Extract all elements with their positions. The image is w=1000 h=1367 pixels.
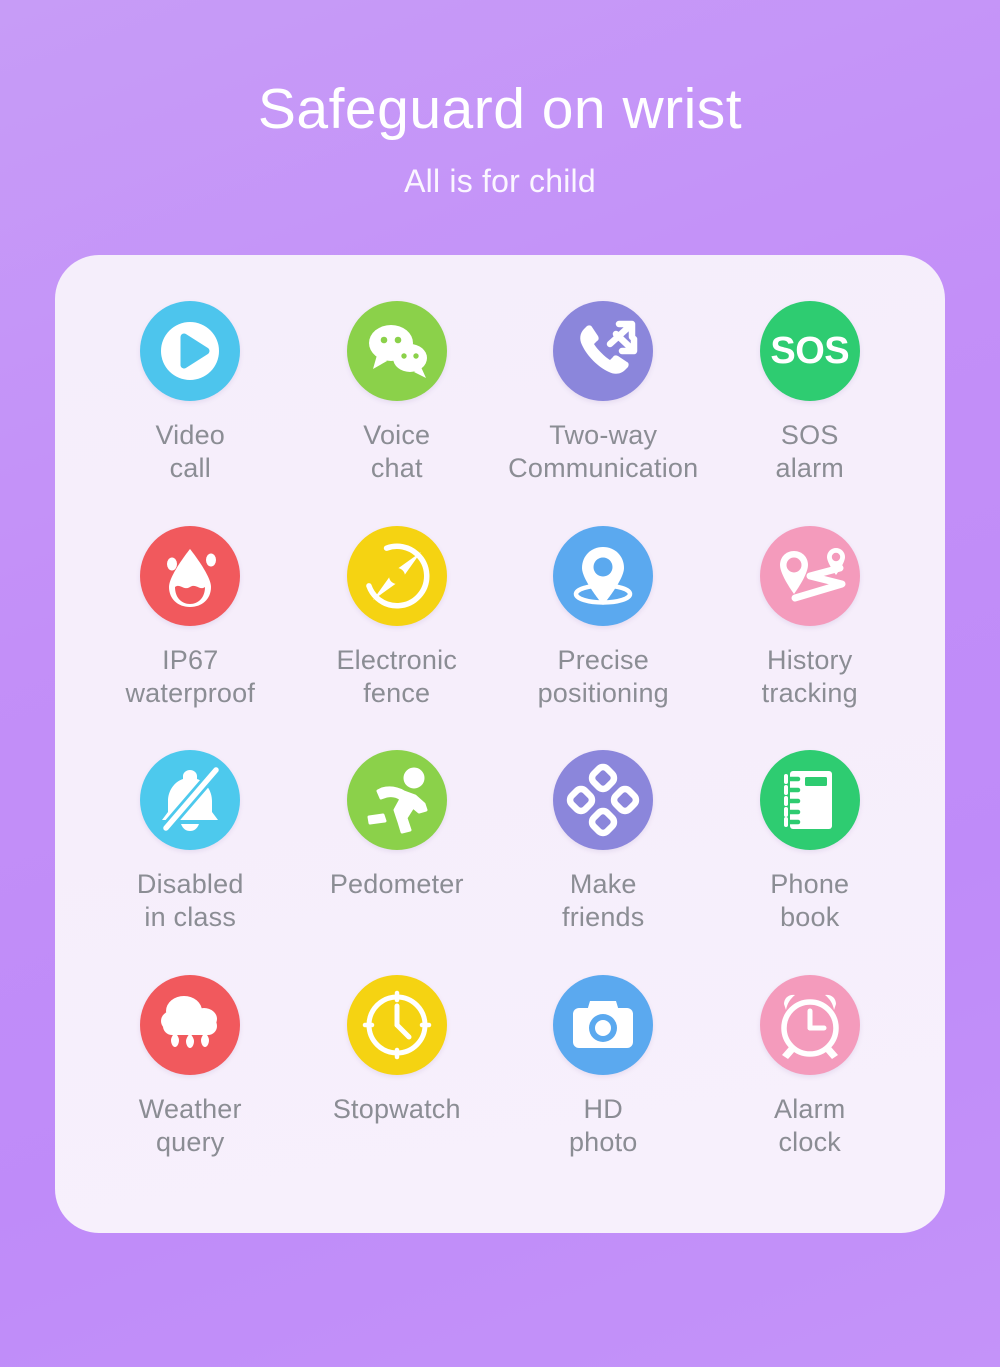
water-drop-icon — [140, 525, 241, 626]
alarm-clock-icon — [759, 974, 860, 1075]
feature-label: Precise positioning — [537, 644, 669, 708]
feature-label: Phone book — [770, 869, 850, 932]
bell-muted-icon — [140, 750, 241, 850]
rain-cloud-icon — [140, 974, 241, 1075]
phone-two-way-icon — [553, 301, 654, 401]
feature-label: Stopwatch — [332, 1093, 461, 1124]
sos-icon: SOS — [759, 301, 860, 401]
feature-label: Pedometer — [329, 869, 464, 899]
feature-item-hd-photo[interactable]: HD photo — [500, 974, 707, 1200]
feature-item-voice-chat[interactable]: Voice chat — [294, 301, 501, 526]
feature-label: HD photo — [568, 1093, 638, 1157]
feature-item-ip67-waterproof[interactable]: IP67 waterproof — [87, 525, 294, 751]
spiral-notebook-icon — [759, 750, 860, 850]
feature-label: Alarm clock — [773, 1093, 846, 1157]
feature-label: IP67 waterproof — [125, 644, 256, 708]
feature-label: Two-way Communication — [508, 420, 699, 483]
page-subtitle: All is for child — [404, 162, 596, 199]
page-title: Safeguard on wrist — [257, 77, 743, 141]
feature-item-video-call[interactable]: Video call — [87, 301, 294, 526]
speech-bubbles-icon — [346, 301, 447, 401]
feature-label: Electronic fence — [336, 644, 458, 708]
feature-item-pedometer[interactable]: Pedometer — [294, 750, 501, 975]
feature-item-electronic-fence[interactable]: Electronic fence — [294, 525, 501, 751]
feature-item-disabled-in-class[interactable]: Disabled in class — [87, 750, 294, 975]
feature-item-precise-positioning[interactable]: Precise positioning — [500, 525, 707, 751]
feature-item-weather-query[interactable]: Weather query — [87, 974, 294, 1200]
clover-petals-icon — [553, 750, 654, 850]
camera-icon — [553, 974, 654, 1075]
feature-grid: Video call Voice chat Two-way Communicat… — [55, 255, 945, 1233]
feature-item-make-friends[interactable]: Make friends — [500, 750, 707, 975]
compass-icon — [346, 525, 447, 626]
feature-item-sos-alarm[interactable]: SOS SOS alarm — [707, 301, 914, 526]
clock-icon — [346, 974, 447, 1075]
page-header: Safeguard on wrist All is for child — [0, 0, 1000, 200]
feature-label: Disabled in class — [136, 869, 244, 932]
map-pin-icon — [553, 525, 654, 626]
feature-label: History tracking — [761, 644, 858, 708]
feature-item-history-tracking[interactable]: History tracking — [707, 525, 914, 751]
feature-item-stopwatch[interactable]: Stopwatch — [294, 974, 501, 1200]
running-person-icon — [346, 750, 447, 850]
feature-item-phone-book[interactable]: Phone book — [707, 750, 914, 975]
feature-card: Video call Voice chat Two-way Communicat… — [55, 255, 945, 1233]
feature-label: Weather query — [138, 1093, 242, 1157]
route-tracking-icon — [759, 525, 860, 626]
video-play-icon — [140, 301, 241, 401]
feature-label: SOS alarm — [775, 420, 844, 483]
feature-item-alarm-clock[interactable]: Alarm clock — [707, 974, 914, 1200]
feature-label: Voice chat — [363, 420, 431, 483]
feature-label: Video call — [155, 420, 226, 483]
feature-item-two-way-communication[interactable]: Two-way Communication — [500, 301, 707, 526]
feature-label: Make friends — [562, 869, 645, 932]
sos-badge-text: SOS — [770, 330, 850, 372]
